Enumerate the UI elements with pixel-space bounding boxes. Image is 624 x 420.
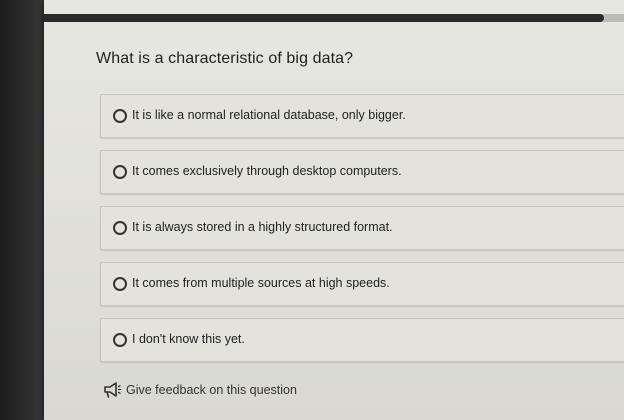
megaphone-icon xyxy=(104,382,122,398)
answer-option-3[interactable]: It is always stored in a highly structur… xyxy=(100,206,624,250)
answer-option-4[interactable]: It comes from multiple sources at high s… xyxy=(100,262,624,306)
radio-button-icon[interactable] xyxy=(113,333,127,347)
answer-option-label: It is like a normal relational database,… xyxy=(132,108,406,122)
answer-options: It is like a normal relational database,… xyxy=(100,94,624,374)
question-text: What is a characteristic of big data? xyxy=(96,50,354,67)
give-feedback-label: Give feedback on this question xyxy=(126,383,297,397)
answer-option-1[interactable]: It is like a normal relational database,… xyxy=(100,94,624,138)
answer-option-2[interactable]: It comes exclusively through desktop com… xyxy=(100,150,624,194)
answer-option-label: It comes from multiple sources at high s… xyxy=(132,276,390,290)
answer-option-5[interactable]: I don't know this yet. xyxy=(100,318,624,362)
radio-button-icon[interactable] xyxy=(113,109,127,123)
answer-option-label: It is always stored in a highly structur… xyxy=(132,220,393,234)
radio-button-icon[interactable] xyxy=(113,277,127,291)
progress-bar xyxy=(44,14,624,22)
answer-option-label: I don't know this yet. xyxy=(132,332,245,346)
progress-bar-fill xyxy=(44,14,604,22)
quiz-panel: What is a characteristic of big data? It… xyxy=(44,0,624,420)
answer-option-label: It comes exclusively through desktop com… xyxy=(132,164,402,178)
screen: What is a characteristic of big data? It… xyxy=(0,0,624,420)
monitor-bezel xyxy=(0,0,46,420)
radio-button-icon[interactable] xyxy=(113,221,127,235)
radio-button-icon[interactable] xyxy=(113,165,127,179)
